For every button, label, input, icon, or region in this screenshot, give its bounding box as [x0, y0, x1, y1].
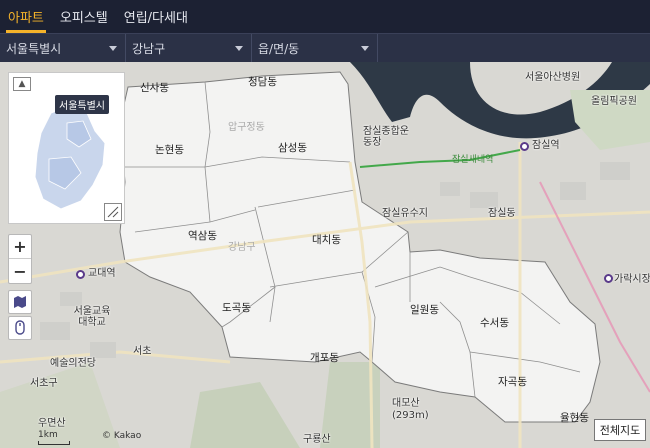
map-label: 압구정동 [228, 122, 265, 133]
tab-apartment[interactable]: 아파트 [0, 0, 52, 33]
poi-label[interactable]: 올림픽공원 [591, 96, 637, 108]
minimap-panel[interactable]: ▲ 서울특별시 [8, 72, 125, 224]
poi-label[interactable]: 잠실역 [532, 140, 560, 152]
poi-label[interactable]: 교대역 [88, 268, 116, 280]
expand-minimap-button[interactable] [104, 203, 122, 221]
map-label: 자곡동 [498, 376, 527, 388]
map-label: 율현동 [560, 412, 589, 424]
app-root: 아파트 오피스텔 연립/다세대 서울특별시 강남구 읍/면/동 신사동 청담동 … [0, 0, 650, 448]
map-label: 일원동 [410, 304, 439, 316]
map-canvas[interactable]: 신사동 청담동 압구정동 논현동 삼성동 역삼동 대치동 도곡동 개포동 일원동… [0, 62, 650, 448]
poi-label[interactable]: 서울교육대학교 [70, 306, 114, 328]
map-label: 강남구 [228, 242, 256, 253]
dong-select-value: 읍/면/동 [258, 41, 300, 56]
map-label: 서초구 [30, 378, 58, 389]
map-label: 논현동 [155, 144, 184, 156]
copyright-text: © Kakao [102, 431, 142, 441]
district-select-value: 강남구 [132, 41, 166, 56]
map-label: 역삼동 [188, 230, 217, 242]
full-map-button[interactable]: 전체지도 [594, 419, 646, 441]
map-label: 잠실동 [488, 208, 516, 219]
city-select[interactable]: 서울특별시 [0, 34, 126, 62]
poi-label[interactable]: 예술의전당 [50, 358, 96, 370]
poi-label[interactable]: 잠실새내역 [452, 154, 493, 166]
zoom-control: + − [8, 234, 32, 284]
poi-label[interactable]: 서울아산병원 [525, 72, 580, 84]
tab-villa[interactable]: 연립/다세대 [116, 0, 196, 33]
map-label: 도곡동 [222, 302, 251, 314]
poi-label[interactable]: 가락시장역 [614, 274, 650, 286]
poi-label: 대모산 [392, 398, 420, 409]
chevron-down-icon [235, 45, 243, 51]
chevron-down-icon [109, 45, 117, 51]
tab-officetel[interactable]: 오피스텔 [52, 0, 116, 33]
mouse-icon [15, 320, 25, 335]
map-icon [14, 296, 26, 308]
map-label: 개포동 [310, 352, 339, 364]
zoom-out-button[interactable]: − [9, 259, 31, 283]
zoom-in-button[interactable]: + [9, 235, 31, 259]
subway-station-icon[interactable] [76, 270, 85, 279]
dong-select[interactable]: 읍/면/동 [252, 34, 378, 62]
subway-station-icon[interactable] [520, 142, 529, 151]
region-filter-bar: 서울특별시 강남구 읍/면/동 [0, 33, 650, 62]
map-label: 청담동 [248, 76, 277, 88]
poi-label[interactable]: 잠실유수지 [382, 208, 428, 220]
poi-label: (293m) [392, 410, 429, 421]
resize-icon [107, 206, 119, 218]
map-scale: 1km [38, 430, 70, 445]
map-label: 신사동 [140, 82, 169, 94]
minimap-region-tag: 서울특별시 [55, 95, 109, 114]
scale-bar [38, 441, 70, 445]
city-select-value: 서울특별시 [6, 41, 62, 56]
district-select[interactable]: 강남구 [126, 34, 252, 62]
poi-label: 구룡산 [303, 434, 331, 445]
map-type-button[interactable] [8, 290, 32, 314]
poi-label[interactable]: 잠실종합운동장 [363, 126, 411, 148]
map-label: 대치동 [312, 234, 341, 246]
map-label: 수서동 [480, 317, 509, 329]
map-label: 삼성동 [278, 142, 307, 154]
scale-label: 1km [38, 430, 58, 440]
top-tab-bar: 아파트 오피스텔 연립/다세대 [0, 0, 650, 33]
chevron-down-icon [361, 45, 369, 51]
map-label: 서초 [133, 346, 152, 357]
subway-station-icon[interactable] [604, 274, 613, 283]
mouse-mode-button[interactable] [8, 316, 32, 340]
poi-label: 우면산 [38, 418, 66, 429]
